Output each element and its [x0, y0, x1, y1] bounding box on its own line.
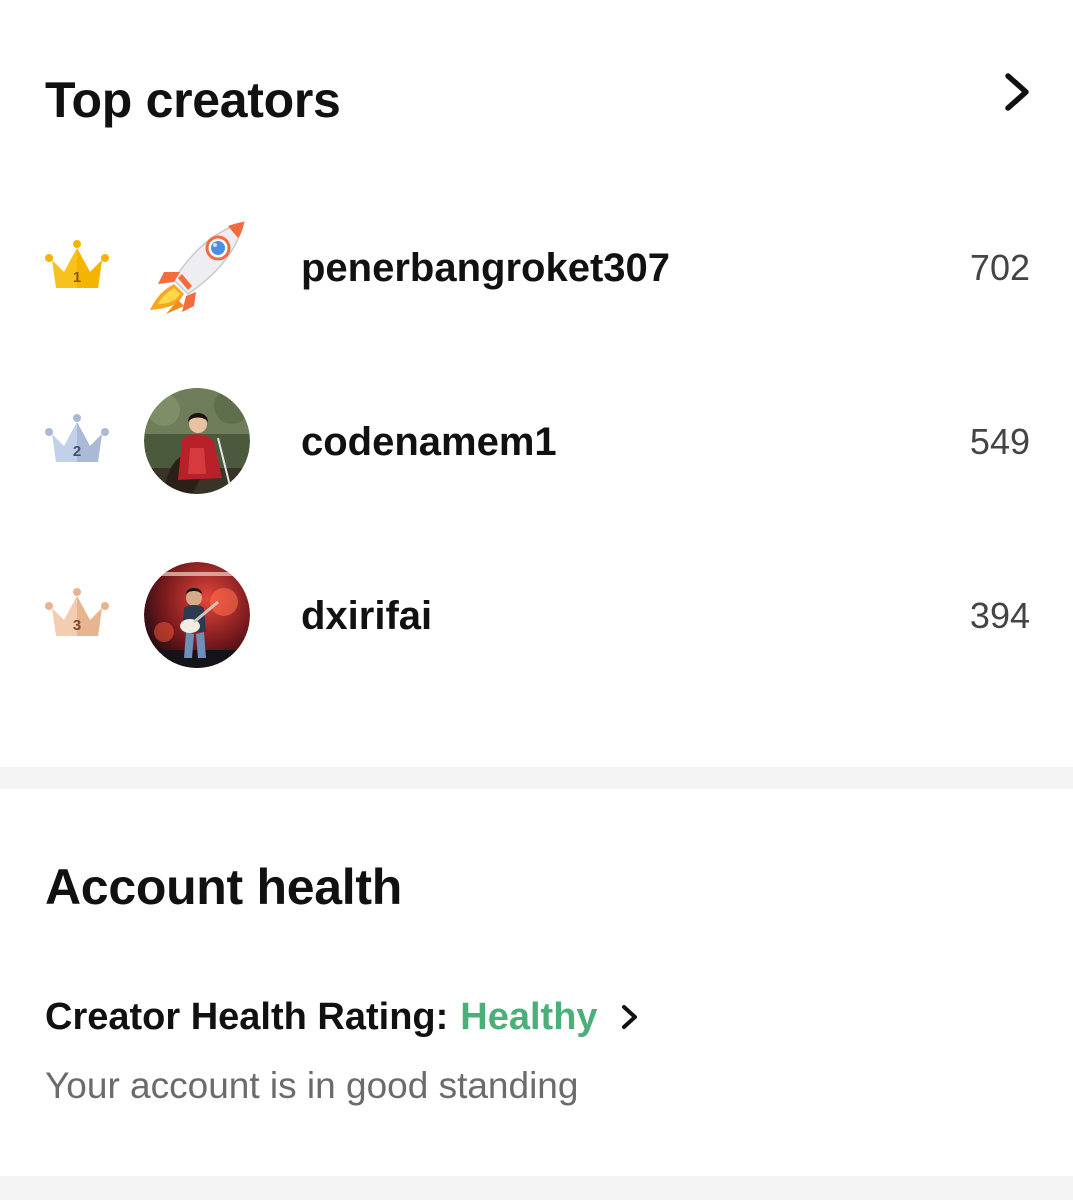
avatar-rocket-icon [150, 220, 246, 314]
top-creators-title: Top creators [45, 72, 341, 128]
account-health-title: Account health [45, 859, 402, 915]
avatar-image [144, 388, 250, 494]
avatar-image [144, 562, 250, 668]
creator-username: dxirifai [301, 594, 433, 638]
chevron-right-icon[interactable] [996, 68, 1040, 116]
bottom-divider [0, 1176, 1073, 1200]
creator-count: 702 [969, 247, 1030, 288]
svg-text:2: 2 [73, 443, 81, 460]
svg-text:1: 1 [73, 269, 81, 286]
creator-count: 394 [969, 595, 1030, 636]
chevron-right-icon [621, 1005, 637, 1029]
svg-text:3: 3 [73, 617, 81, 634]
creator-count: 549 [969, 421, 1030, 462]
rating-label: Creator Health Rating: [45, 995, 449, 1038]
rating-subtitle: Your account is in good standing [45, 1065, 579, 1106]
creator-username: penerbangroket307 [301, 246, 671, 290]
creator-username: codenamem1 [301, 420, 557, 464]
creator-row-1[interactable]: 1 penerbangroket307 702 [0, 202, 1073, 332]
rating-value: Healthy [460, 995, 598, 1038]
bronze-crown-icon: 3 [45, 588, 109, 636]
gold-crown-icon: 1 [45, 240, 109, 288]
creator-row-3[interactable]: 3 dxirifai 394 [0, 550, 1073, 680]
creator-row-2[interactable]: 2 codenamem1 549 [0, 376, 1073, 506]
section-divider [0, 767, 1073, 789]
creator-health-rating-link[interactable]: Creator Health Rating: Healthy [45, 993, 642, 1041]
silver-crown-icon: 2 [45, 414, 109, 462]
account-health-section [0, 789, 1073, 1176]
